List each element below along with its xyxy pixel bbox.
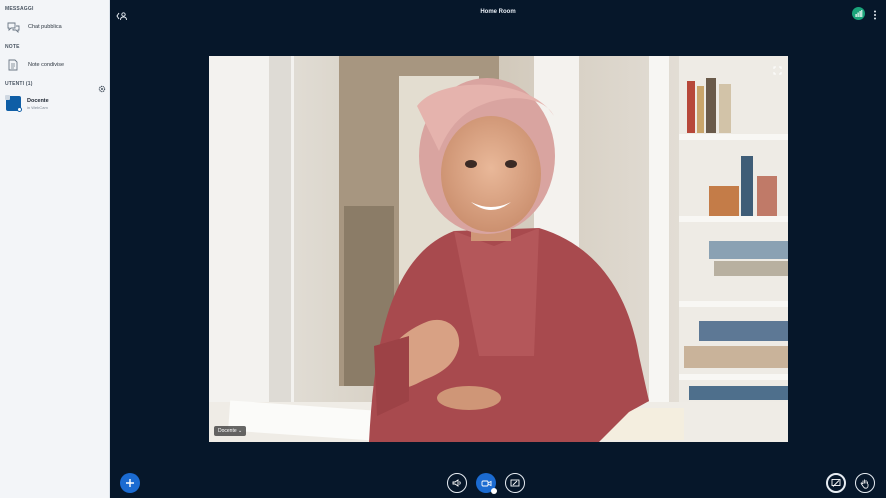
room-title: Home Room bbox=[480, 9, 516, 15]
avatar bbox=[5, 95, 22, 112]
notes-section-title: NOTE bbox=[5, 44, 20, 50]
webcam-video[interactable]: Docente ⌄ bbox=[209, 56, 788, 442]
public-chat-label: Chat pubblica bbox=[28, 24, 62, 30]
more-options-button[interactable] bbox=[872, 8, 878, 20]
presentation-button[interactable] bbox=[826, 473, 846, 493]
chat-bubbles-icon bbox=[6, 20, 20, 34]
actions-plus-button[interactable] bbox=[120, 473, 140, 493]
shared-notes-item[interactable]: Note condivise bbox=[4, 56, 106, 74]
share-screen-button[interactable] bbox=[505, 473, 525, 493]
webcam-frame-image bbox=[209, 56, 788, 442]
speaker-icon bbox=[452, 479, 461, 487]
fullscreen-button[interactable] bbox=[773, 62, 782, 75]
public-chat-item[interactable]: Chat pubblica bbox=[4, 18, 106, 36]
plus-icon bbox=[126, 479, 134, 487]
status-dot bbox=[17, 107, 22, 112]
shared-notes-label: Note condivise bbox=[28, 62, 65, 68]
note-icon bbox=[6, 58, 20, 72]
fullscreen-icon bbox=[773, 66, 782, 75]
sidebar: MESSAGGI Chat pubblica NOTE Note condivi… bbox=[0, 0, 110, 498]
kebab-icon bbox=[874, 10, 876, 20]
camera-icon bbox=[481, 480, 491, 486]
screen-share-icon bbox=[510, 479, 520, 487]
gear-icon[interactable] bbox=[98, 80, 106, 93]
signal-bars-icon bbox=[855, 10, 863, 17]
messages-section-title: MESSAGGI bbox=[5, 6, 34, 12]
webcam-status-dot bbox=[491, 488, 497, 494]
raise-hand-icon bbox=[860, 479, 869, 489]
join-audio-button[interactable] bbox=[447, 473, 467, 493]
user-list-item[interactable]: Docente in WebCam bbox=[5, 95, 106, 114]
connection-status-button[interactable] bbox=[852, 7, 865, 20]
webcam-indicator-icon bbox=[5, 95, 10, 100]
user-status: in WebCam bbox=[27, 105, 48, 110]
presentation-icon bbox=[831, 479, 841, 487]
video-username-label[interactable]: Docente ⌄ bbox=[214, 426, 247, 436]
share-webcam-button[interactable] bbox=[476, 473, 497, 494]
users-section-title: UTENTI (1) bbox=[5, 81, 33, 87]
user-name: Docente bbox=[27, 98, 49, 104]
raise-hand-button[interactable] bbox=[855, 473, 875, 493]
